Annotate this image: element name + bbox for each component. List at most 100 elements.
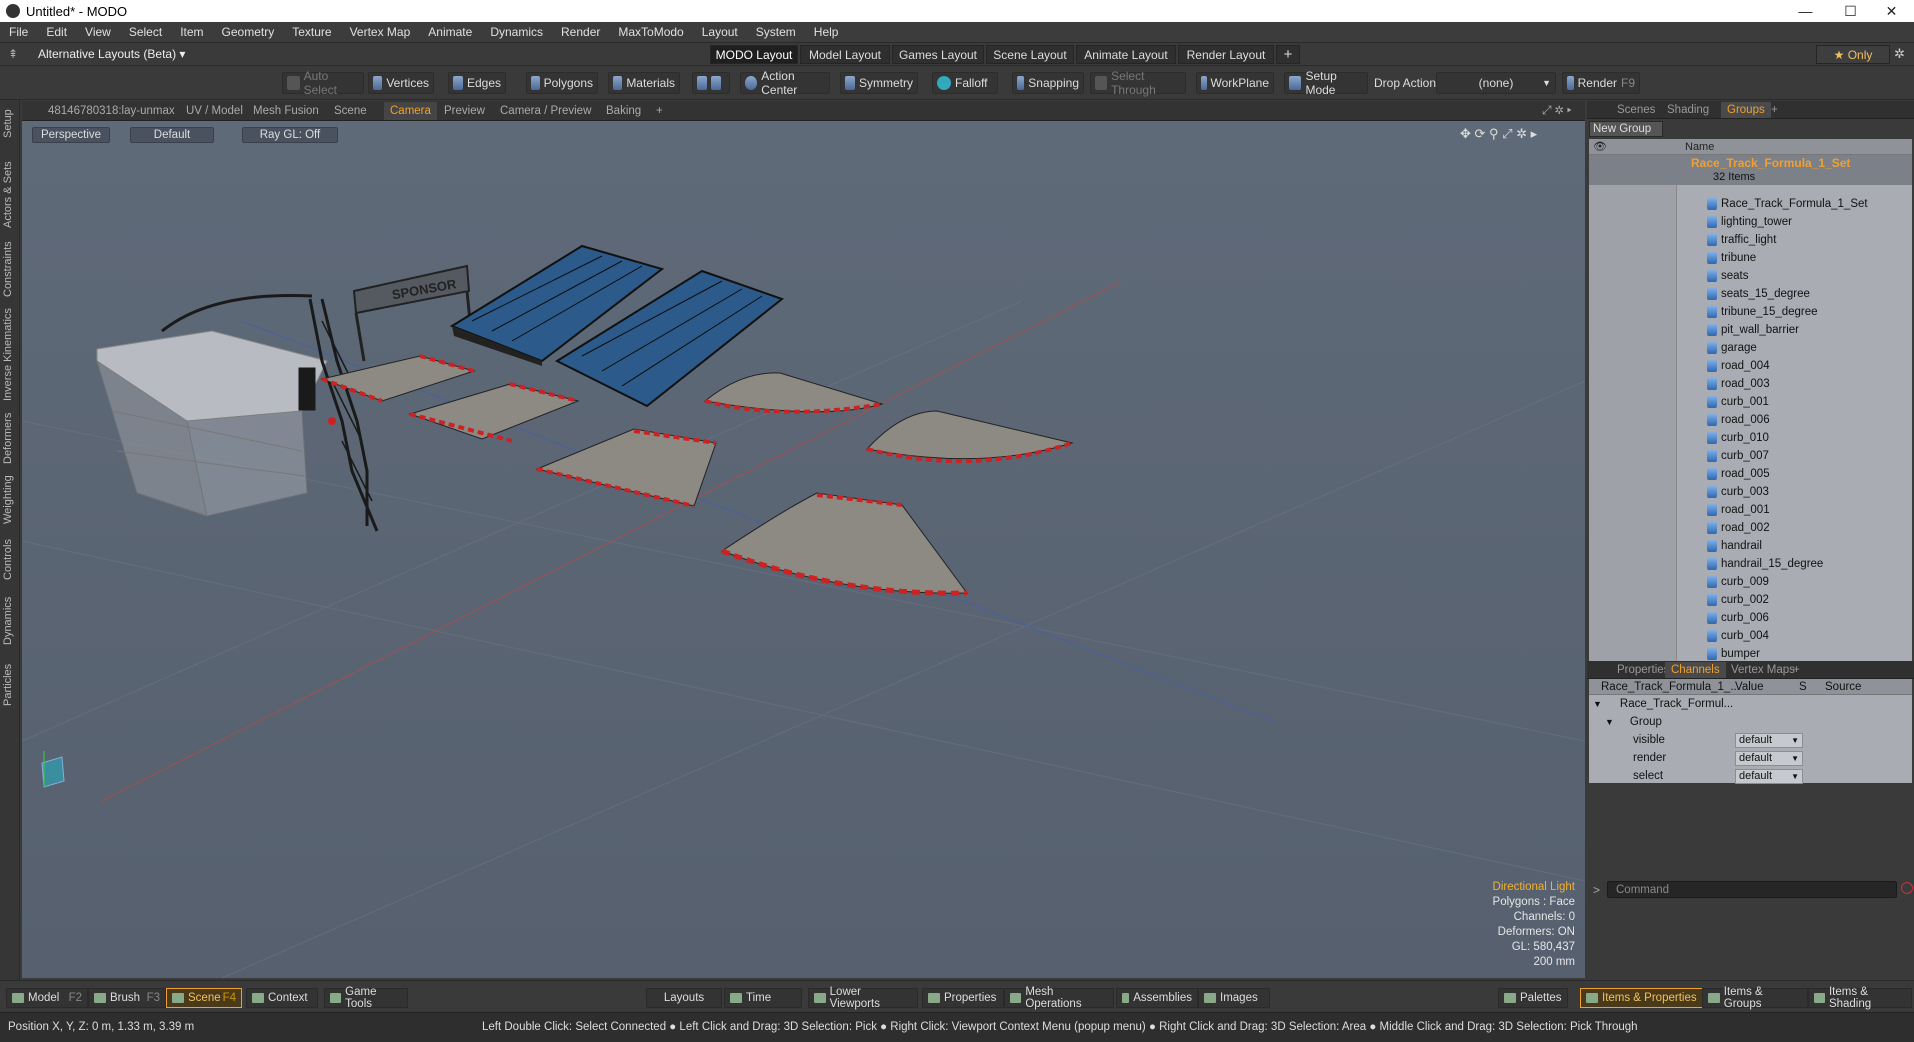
tab-scene[interactable]: Scene — [328, 102, 373, 120]
only-button[interactable]: ★ Only — [1816, 45, 1890, 64]
edges-button[interactable]: Edges — [448, 72, 506, 94]
falloff-button[interactable]: Falloff — [932, 72, 998, 94]
symmetry-button[interactable]: Symmetry — [840, 72, 918, 94]
menu-help[interactable]: Help — [805, 25, 848, 39]
3d-viewport[interactable]: Perspective Default Ray GL: Off ✥ ⟳ ⚲ ⤢ … — [22, 121, 1585, 978]
menu-vertex-map[interactable]: Vertex Map — [341, 25, 420, 39]
maximize-button[interactable]: ☐ — [1828, 0, 1873, 22]
tree-item[interactable]: road_004 — [1707, 357, 1770, 375]
tab-games-layout[interactable]: Games Layout — [892, 45, 984, 64]
visible-value-dropdown[interactable]: default ▼ — [1735, 732, 1803, 748]
scene-mode-button[interactable]: Scene F4 — [166, 988, 242, 1008]
polygons-button[interactable]: Polygons — [526, 72, 598, 94]
menu-texture[interactable]: Texture — [283, 25, 340, 39]
tab-weighting[interactable]: Weighting — [2, 472, 18, 528]
tree-item[interactable]: pit_wall_barrier — [1707, 321, 1799, 339]
tree-item[interactable]: curb_007 — [1707, 447, 1769, 465]
vertices-button[interactable]: Vertices — [368, 72, 434, 94]
tree-item[interactable]: seats — [1707, 267, 1749, 285]
tree-item[interactable]: curb_010 — [1707, 429, 1769, 447]
close-button[interactable]: ✕ — [1869, 0, 1914, 22]
tab-render-layout[interactable]: Render Layout — [1178, 45, 1274, 64]
add-layout-button[interactable]: + — [1276, 45, 1300, 64]
menu-file[interactable]: File — [0, 25, 37, 39]
tree-root-row[interactable]: Race_Track_Formula_1_Set 32 Items — [1589, 155, 1912, 185]
menu-layout[interactable]: Layout — [693, 25, 747, 39]
model-mode-button[interactable]: Model F2 — [6, 988, 88, 1008]
lower-viewports-button[interactable]: Lower Viewports — [808, 986, 918, 1010]
channel-source-header[interactable]: Source — [1825, 681, 1861, 693]
tab-uv-model[interactable]: UV / Model — [180, 102, 249, 120]
menu-edit[interactable]: Edit — [37, 25, 76, 39]
expand-icon[interactable]: ▼ — [1605, 717, 1614, 727]
properties-button[interactable]: Properties — [922, 988, 1004, 1008]
context-button[interactable]: Context — [246, 988, 318, 1008]
tab-actors-sets[interactable]: Actors & Sets — [2, 158, 18, 232]
tab-dynamics[interactable]: Dynamics — [2, 592, 18, 650]
tab-shading[interactable]: Shading — [1661, 102, 1715, 118]
menu-render[interactable]: Render — [552, 25, 609, 39]
mesh-operations-button[interactable]: Mesh Operations — [1004, 986, 1114, 1010]
tree-item[interactable]: garage — [1707, 339, 1757, 357]
drop-action-select[interactable]: (none) ▼ — [1436, 72, 1556, 94]
select-through-button[interactable]: Select Through — [1090, 69, 1186, 97]
eye-column-icon[interactable]: 👁 — [1593, 140, 1607, 153]
tree-item[interactable]: handrail — [1707, 537, 1762, 555]
channel-row-visible[interactable]: visible default ▼ — [1589, 731, 1912, 749]
menu-view[interactable]: View — [76, 25, 120, 39]
tree-item[interactable]: Race_Track_Formula_1_Set — [1707, 195, 1868, 213]
tree-item[interactable]: seats_15_degree — [1707, 285, 1810, 303]
channel-row-select[interactable]: select default ▼ — [1589, 767, 1912, 785]
assemblies-button[interactable]: Assemblies — [1116, 988, 1198, 1008]
channel-row-render[interactable]: render default ▼ — [1589, 749, 1912, 767]
gear-icon[interactable]: ✲ — [1894, 46, 1905, 62]
tree-item[interactable]: tribune — [1707, 249, 1756, 267]
tab-scenes[interactable]: Scenes — [1611, 102, 1661, 118]
channel-root-row[interactable]: ▼ Race_Track_Formul... — [1589, 695, 1912, 713]
brush-mode-button[interactable]: Brush F3 — [88, 988, 166, 1008]
channel-group-row[interactable]: ▼ Group — [1589, 713, 1912, 731]
auto-select-button[interactable]: Auto Select — [282, 69, 364, 97]
game-tools-button[interactable]: Game Tools — [324, 986, 408, 1010]
tab-model-layout[interactable]: Model Layout — [800, 45, 890, 64]
tree-item[interactable]: lighting_tower — [1707, 213, 1792, 231]
tree-item[interactable]: road_001 — [1707, 501, 1770, 519]
tab-particles[interactable]: Particles — [2, 656, 18, 714]
tree-item[interactable]: road_002 — [1707, 519, 1770, 537]
tab-lay-unmax[interactable]: 48146780318:lay-unmax — [42, 102, 181, 120]
command-input[interactable]: Command — [1607, 881, 1897, 898]
materials-button[interactable]: Materials — [608, 72, 680, 94]
channel-value-header[interactable]: Value — [1735, 681, 1764, 693]
menu-dynamics[interactable]: Dynamics — [481, 25, 552, 39]
visibility-column[interactable] — [1589, 185, 1677, 715]
tab-inverse-kinematics[interactable]: Inverse Kinematics — [2, 306, 18, 404]
tab-scene-layout[interactable]: Scene Layout — [986, 45, 1074, 64]
tree-item[interactable]: curb_001 — [1707, 393, 1769, 411]
tab-camera[interactable]: Camera — [384, 102, 437, 120]
tree-item[interactable]: curb_002 — [1707, 591, 1769, 609]
tree-item[interactable]: traffic_light — [1707, 231, 1776, 249]
add-channels-tab-button[interactable]: + — [1787, 662, 1806, 678]
tab-mesh-fusion[interactable]: Mesh Fusion — [247, 102, 325, 120]
pin-icon[interactable]: ⇞ — [8, 47, 18, 61]
menu-system[interactable]: System — [747, 25, 805, 39]
menu-maxtomodo[interactable]: MaxToModo — [609, 25, 692, 39]
record-icon[interactable] — [1901, 882, 1913, 894]
tree-item[interactable]: curb_003 — [1707, 483, 1769, 501]
expand-icon[interactable]: ▼ — [1593, 699, 1602, 709]
layouts-button[interactable]: Layouts — [646, 988, 722, 1008]
new-group-button[interactable]: New Group — [1589, 121, 1663, 137]
tab-channels[interactable]: Channels — [1665, 662, 1726, 678]
render-value-dropdown[interactable]: default ▼ — [1735, 750, 1803, 766]
tab-camera-preview[interactable]: Camera / Preview — [494, 102, 597, 120]
items-properties-button[interactable]: Items & Properties — [1580, 988, 1704, 1008]
tree-item[interactable]: handrail_15_degree — [1707, 555, 1823, 573]
tree-item[interactable]: road_003 — [1707, 375, 1770, 393]
tab-baking[interactable]: Baking — [600, 102, 647, 120]
tab-groups[interactable]: Groups — [1721, 102, 1771, 118]
tree-item[interactable]: tribune_15_degree — [1707, 303, 1818, 321]
select-value-dropdown[interactable]: default ▼ — [1735, 768, 1803, 784]
tab-deformers[interactable]: Deformers — [2, 410, 18, 466]
menu-select[interactable]: Select — [120, 25, 171, 39]
channel-s-header[interactable]: S — [1799, 681, 1807, 693]
